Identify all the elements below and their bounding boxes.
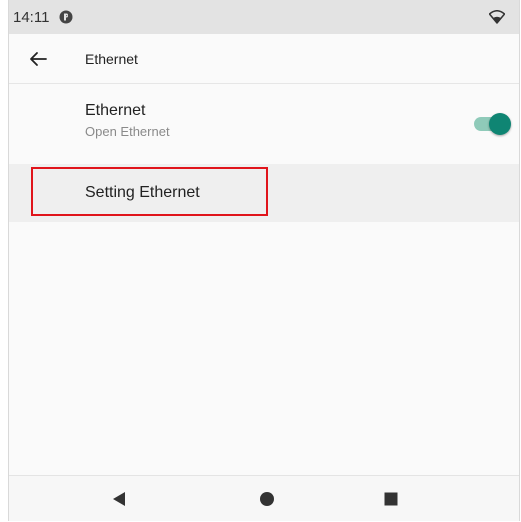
ethernet-preference-summary: Open Ethernet	[85, 124, 170, 139]
device-screen: 14:11 Ethernet Ethernet Open Ethernet Se…	[8, 0, 520, 521]
navigation-bar	[9, 475, 519, 521]
circle-home-icon	[260, 492, 274, 506]
wifi-icon	[488, 10, 506, 24]
nav-back-button[interactable]	[89, 476, 149, 522]
ethernet-preference-title: Ethernet	[85, 102, 146, 119]
nav-home-button[interactable]	[237, 476, 297, 522]
toggle-thumb	[489, 113, 511, 135]
nav-recents-button[interactable]	[361, 476, 421, 522]
page-title: Ethernet	[85, 50, 138, 67]
notification-badge-icon	[59, 10, 73, 24]
arrow-left-icon	[30, 51, 47, 66]
back-button[interactable]	[17, 38, 59, 80]
ethernet-preference-texts: Ethernet Open Ethernet	[85, 102, 170, 139]
status-time: 14:11	[13, 8, 50, 26]
ethernet-toggle-switch[interactable]	[474, 113, 511, 135]
setting-ethernet-item[interactable]: Setting Ethernet	[9, 164, 519, 222]
setting-ethernet-label: Setting Ethernet	[85, 184, 200, 201]
app-bar: Ethernet	[9, 34, 519, 84]
square-recents-icon	[384, 492, 398, 506]
ethernet-preference-row[interactable]: Ethernet Open Ethernet	[9, 92, 519, 160]
status-bar: 14:11	[9, 0, 519, 34]
triangle-back-icon	[113, 492, 125, 506]
